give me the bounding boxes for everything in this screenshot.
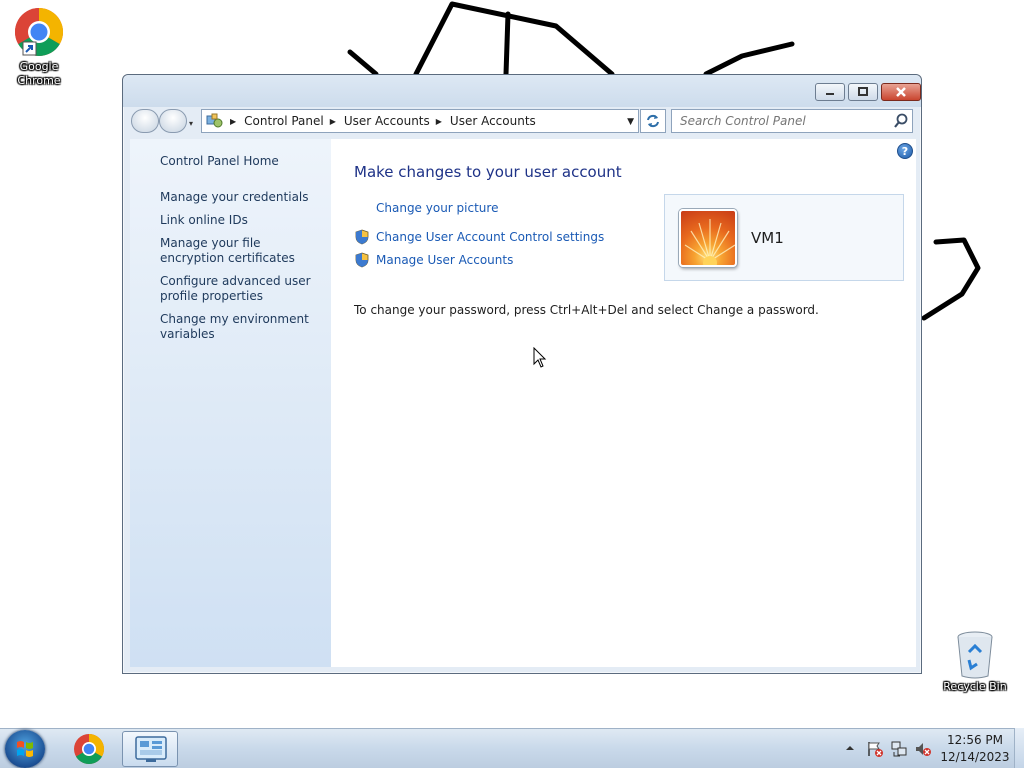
search-input[interactable] — [671, 109, 913, 133]
mouse-cursor-icon — [533, 347, 547, 368]
desktop-icon-label: Recycle Bin — [943, 680, 1007, 693]
refresh-icon — [647, 114, 659, 128]
user-account-tile: VM1 — [664, 194, 904, 281]
taskbar — [0, 728, 1024, 768]
change-uac-settings-link[interactable]: Change User Account Control settings — [354, 228, 604, 246]
maximize-button[interactable] — [848, 83, 878, 101]
forward-button[interactable] — [159, 109, 187, 133]
recycle-bin-icon — [957, 631, 993, 679]
taskbar-control-panel-button[interactable] — [122, 731, 178, 767]
chrome-icon — [14, 7, 64, 57]
task-label[interactable]: Manage User Accounts — [376, 253, 513, 267]
action-center-flag-icon[interactable] — [866, 740, 884, 758]
control-panel-window: ▾ ▶ Control Panel ▶ User Accounts ▶ User… — [122, 74, 922, 674]
minimize-button[interactable] — [815, 83, 845, 101]
uac-shield-icon — [355, 229, 369, 245]
show-desktop-button[interactable] — [1014, 728, 1024, 768]
control-panel-icon — [206, 113, 223, 128]
tasks-sidebar: Control Panel Home Manage your credentia… — [130, 139, 331, 667]
breadcrumb-control-panel[interactable]: Control Panel — [244, 114, 324, 128]
change-picture-link[interactable]: Change your picture — [354, 199, 498, 217]
uac-shield-icon — [355, 252, 369, 268]
flower-picture — [684, 219, 735, 265]
minimize-icon — [826, 93, 834, 95]
taskbar-chrome-button[interactable] — [62, 731, 118, 767]
user-name: VM1 — [751, 229, 784, 247]
breadcrumb-user-accounts[interactable]: User Accounts — [450, 114, 536, 128]
control-panel-icon — [135, 736, 167, 762]
sidebar-item-control-panel-home[interactable]: Control Panel Home — [160, 154, 325, 169]
sidebar-item-advanced-user-profile[interactable]: Configure advanced user profile properti… — [160, 274, 325, 304]
address-bar[interactable]: ▶ Control Panel ▶ User Accounts ▶ User A… — [201, 109, 639, 133]
help-icon[interactable]: ? — [897, 143, 913, 159]
desktop-icon-recycle-bin[interactable]: Recycle Bin — [940, 630, 1010, 694]
address-dropdown-icon[interactable]: ▼ — [627, 117, 634, 127]
windows-logo-icon — [17, 741, 33, 757]
breadcrumb-separator[interactable]: ▶ — [436, 117, 442, 126]
restore-icon — [858, 87, 868, 96]
window-titlebar[interactable] — [123, 75, 921, 107]
taskbar-clock-time[interactable]: 12:56 PM — [945, 733, 1005, 747]
search-icon[interactable] — [893, 113, 909, 129]
task-label[interactable]: Change your picture — [376, 201, 498, 215]
manage-user-accounts-link[interactable]: Manage User Accounts — [354, 251, 513, 269]
breadcrumb-separator[interactable]: ▶ — [330, 117, 336, 126]
page-title: Make changes to your user account — [354, 163, 622, 181]
show-hidden-icons-icon[interactable] — [845, 743, 855, 753]
volume-muted-icon[interactable] — [914, 740, 932, 758]
user-picture[interactable] — [679, 209, 737, 267]
sidebar-item-manage-credentials[interactable]: Manage your credentials — [160, 190, 325, 205]
chrome-icon — [74, 734, 105, 765]
start-button[interactable] — [5, 730, 45, 768]
sidebar-item-link-online-ids[interactable]: Link online IDs — [160, 213, 325, 228]
task-label[interactable]: Change User Account Control settings — [376, 230, 604, 244]
breadcrumb-user-accounts-category[interactable]: User Accounts — [344, 114, 430, 128]
breadcrumb-separator[interactable]: ▶ — [230, 117, 236, 126]
close-button[interactable] — [881, 83, 921, 101]
taskbar-clock-date[interactable]: 12/14/2023 — [940, 750, 1010, 764]
sidebar-item-file-encryption-certificates[interactable]: Manage your file encryption certificates — [160, 236, 325, 266]
sidebar-item-environment-variables[interactable]: Change my environment variables — [160, 312, 325, 342]
close-icon — [896, 87, 906, 97]
password-instruction: To change your password, press Ctrl+Alt+… — [354, 303, 819, 317]
desktop-icon-label: Google Chrome — [17, 60, 61, 87]
desktop-icon-google-chrome[interactable]: Google Chrome — [4, 4, 74, 88]
refresh-button[interactable] — [640, 109, 666, 133]
network-icon[interactable] — [890, 740, 908, 758]
recent-pages-dropdown[interactable]: ▾ — [189, 119, 197, 128]
main-content: ? Make changes to your user account Chan… — [331, 139, 916, 667]
back-button[interactable] — [131, 109, 159, 133]
